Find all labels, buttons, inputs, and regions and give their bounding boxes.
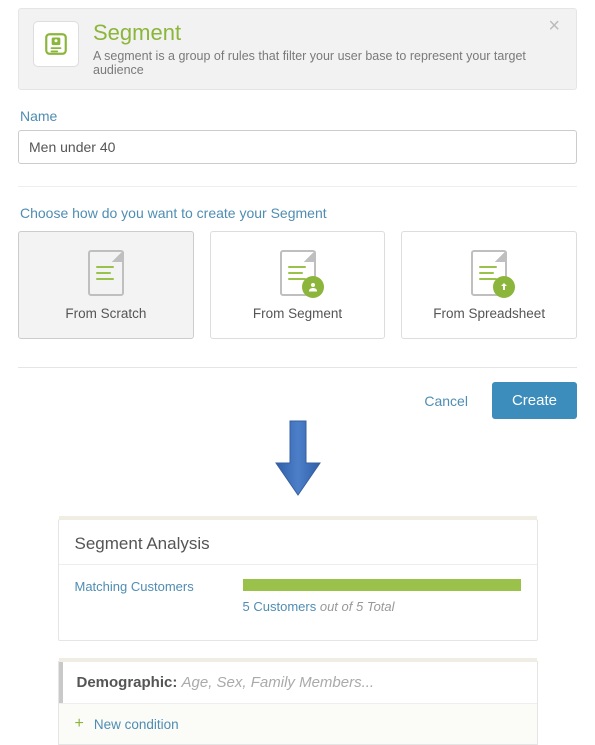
document-icon xyxy=(471,250,507,296)
plus-icon: + xyxy=(75,716,84,732)
close-icon[interactable]: × xyxy=(542,15,566,37)
demographic-header[interactable]: Demographic: Age, Sex, Family Members... xyxy=(59,662,537,703)
analysis-section: Segment Analysis Matching Customers 5 Cu… xyxy=(58,519,538,745)
divider xyxy=(18,367,577,368)
option-from-segment[interactable]: From Segment xyxy=(210,231,386,339)
cancel-button[interactable]: Cancel xyxy=(418,392,474,410)
document-icon xyxy=(280,250,316,296)
document-icon xyxy=(88,250,124,296)
flow-arrow-icon xyxy=(18,419,577,497)
matching-customers-label[interactable]: Matching Customers xyxy=(75,579,225,594)
option-from-spreadsheet[interactable]: From Spreadsheet xyxy=(401,231,577,339)
divider xyxy=(18,186,577,187)
panel-title: Segment Analysis xyxy=(59,520,537,565)
total-text: out of 5 Total xyxy=(320,599,395,614)
segment-dialog: Segment A segment is a group of rules th… xyxy=(0,8,595,515)
matched-count[interactable]: 5 xyxy=(243,599,250,614)
option-from-scratch[interactable]: From Scratch xyxy=(18,231,194,339)
new-condition-button[interactable]: + New condition xyxy=(59,703,537,744)
segment-name-input[interactable] xyxy=(18,130,577,164)
new-condition-label: New condition xyxy=(94,717,179,732)
segment-icon xyxy=(33,21,79,67)
demographic-panel: Demographic: Age, Sex, Family Members...… xyxy=(58,661,538,745)
option-label: From Scratch xyxy=(65,306,146,321)
avatar-badge-icon xyxy=(302,276,324,298)
upload-badge-icon xyxy=(493,276,515,298)
dialog-header: Segment A segment is a group of rules th… xyxy=(18,8,577,90)
progress-caption: 5 Customers out of 5 Total xyxy=(243,599,521,614)
matched-unit[interactable]: Customers xyxy=(253,599,316,614)
name-label: Name xyxy=(20,108,577,124)
demographic-hint: Age, Sex, Family Members... xyxy=(182,674,375,691)
option-label: From Segment xyxy=(253,306,342,321)
dialog-footer: Cancel Create xyxy=(18,382,577,419)
dialog-subtitle: A segment is a group of rules that filte… xyxy=(93,49,562,77)
dialog-title: Segment xyxy=(93,21,562,45)
choose-label: Choose how do you want to create your Se… xyxy=(20,205,577,221)
segment-analysis-panel: Segment Analysis Matching Customers 5 Cu… xyxy=(58,519,538,641)
create-button[interactable]: Create xyxy=(492,382,577,419)
progress-bar xyxy=(243,579,521,591)
creation-options: From Scratch From Segment From Spreadshe… xyxy=(18,231,577,339)
demographic-title: Demographic: xyxy=(77,674,178,691)
option-label: From Spreadsheet xyxy=(433,306,545,321)
